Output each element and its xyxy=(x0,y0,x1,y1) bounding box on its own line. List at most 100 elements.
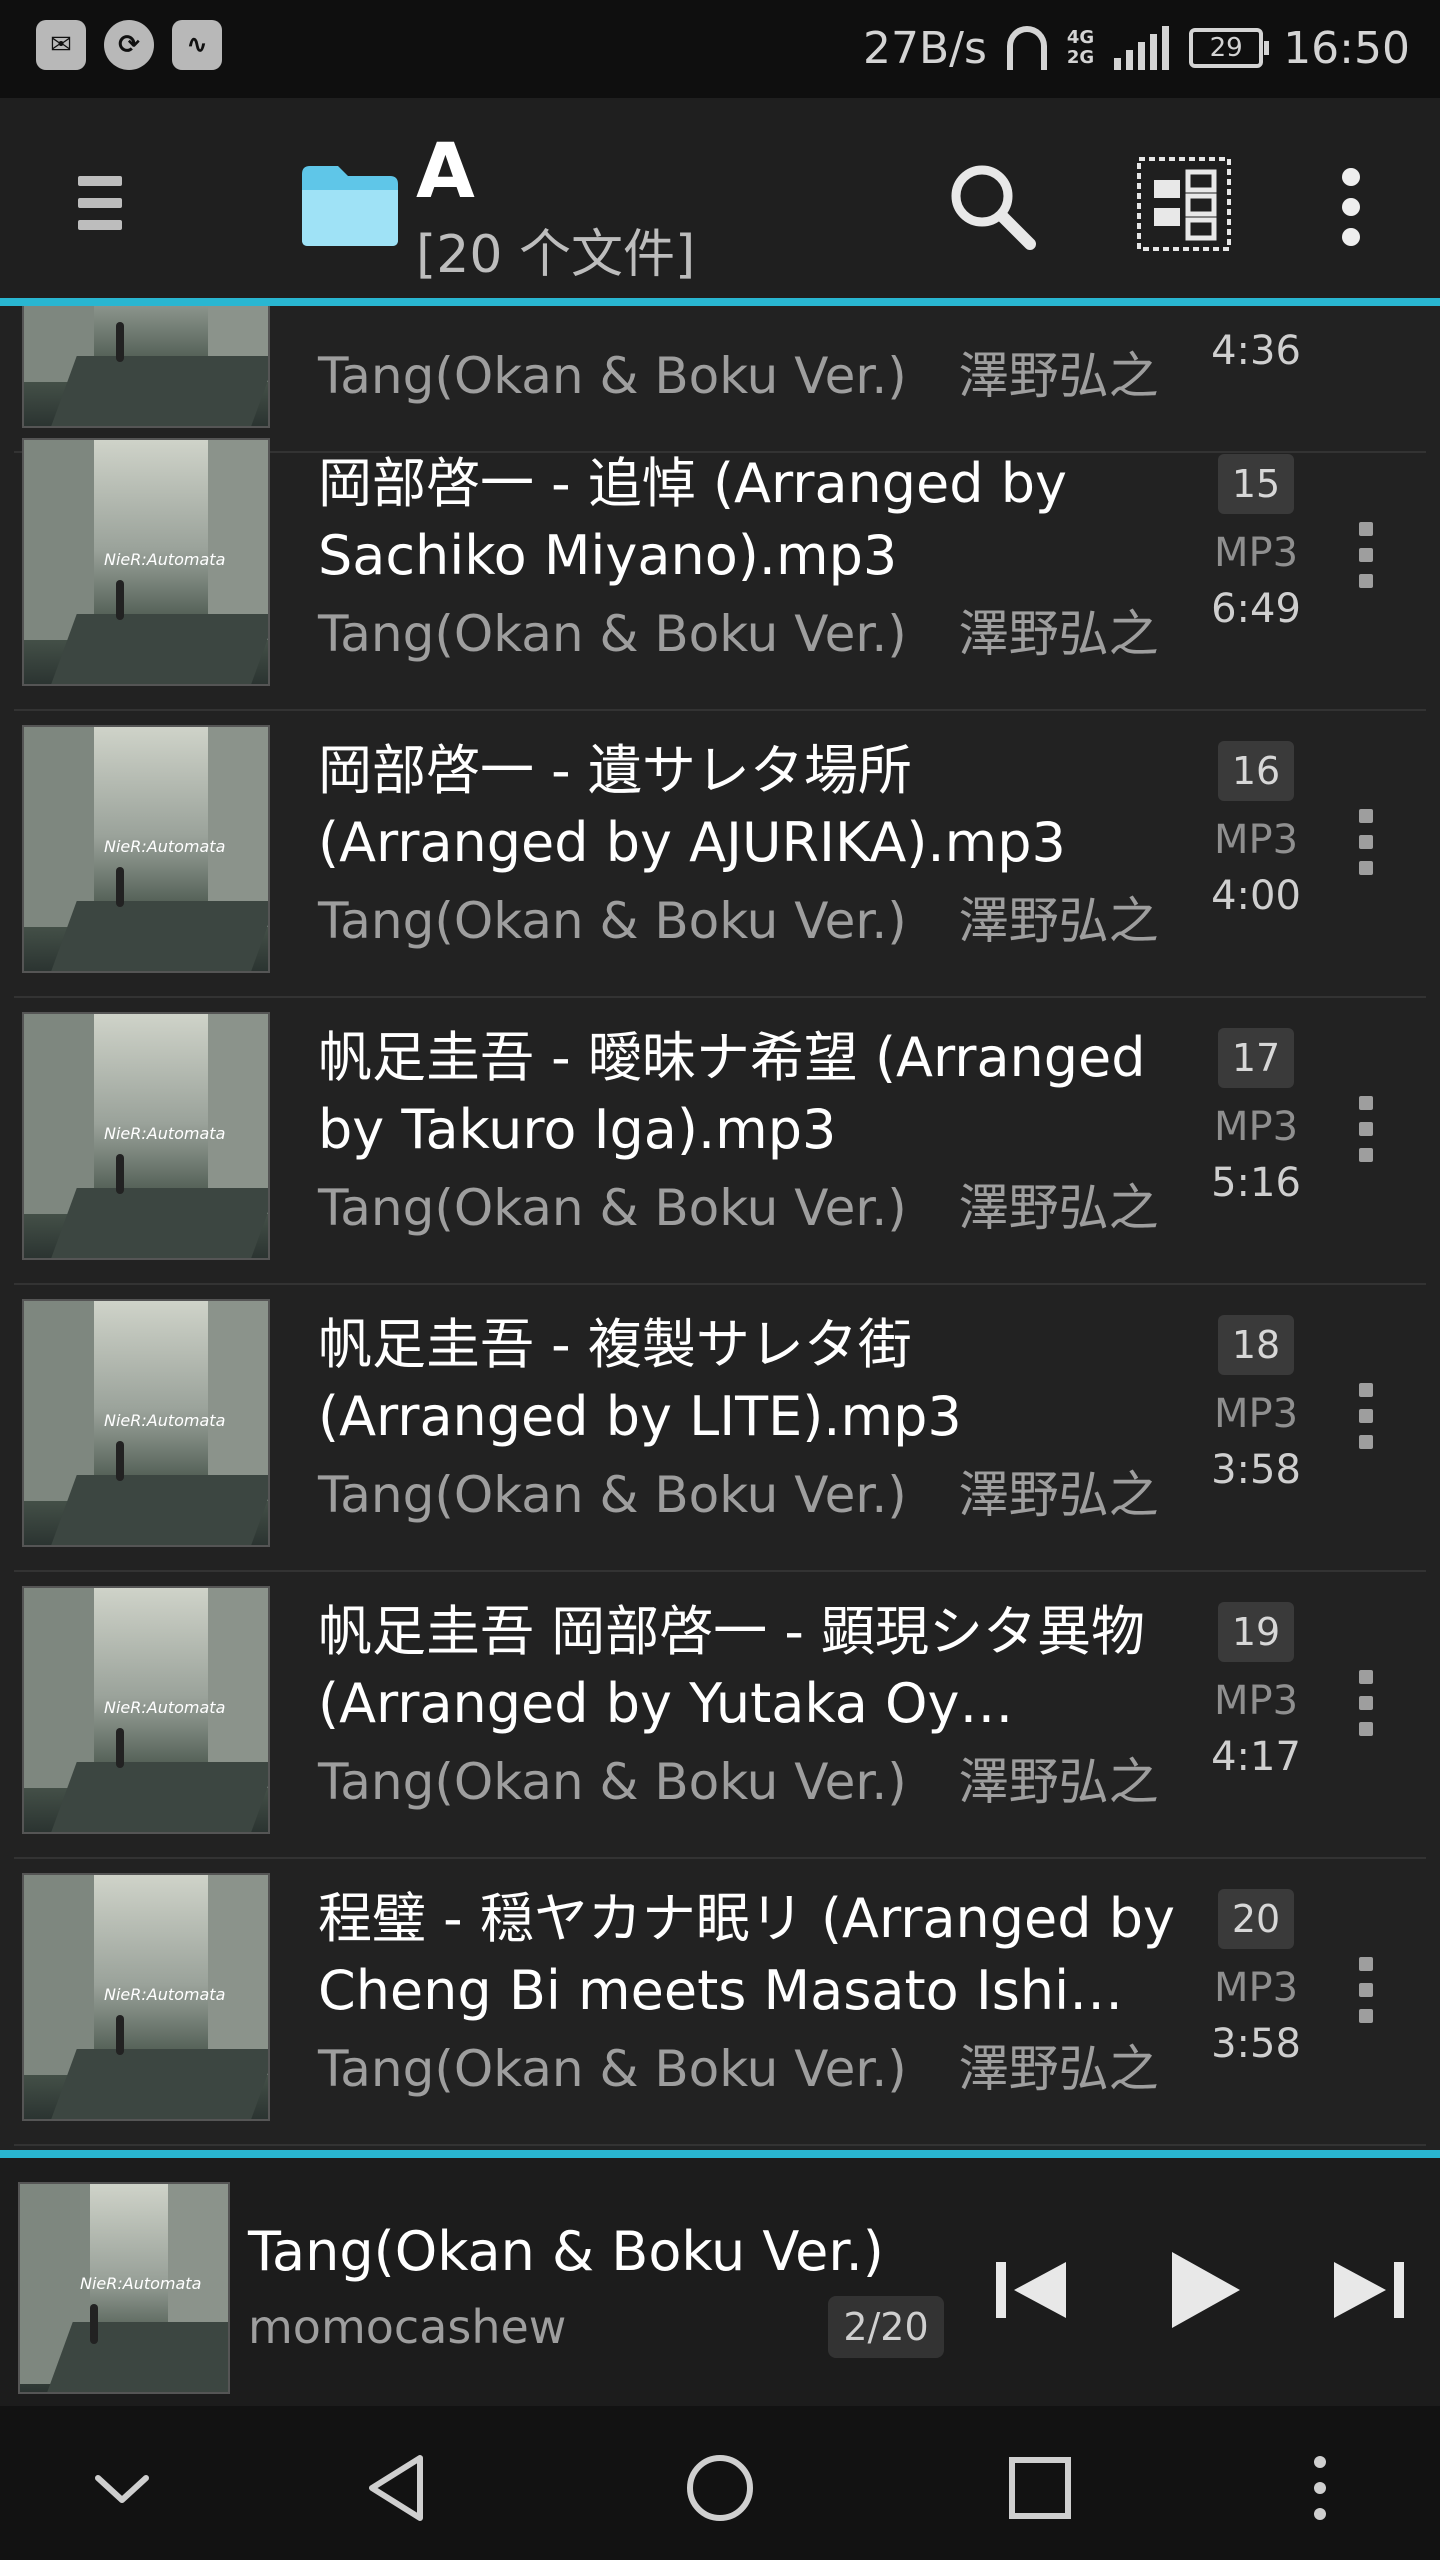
list-item[interactable]: NieR:Automata 帆足圭吾 - 曖昧ナ希望 (Arranged by … xyxy=(14,998,1426,1285)
file-count: [20 个文件] xyxy=(416,225,696,285)
album-name: Tang(Okan & Boku Ver.) xyxy=(318,605,907,663)
duration: 3:58 xyxy=(1211,1447,1301,1493)
activity-icon: ∿ xyxy=(172,20,222,70)
item-more-icon[interactable] xyxy=(1356,522,1376,602)
song-title: 帆足圭吾 - 曖昧ナ希望 (Arranged by Takuro Iga).mp… xyxy=(318,1026,1146,1161)
list-item[interactable]: NieR:Automata 帆足圭吾 岡部啓一 - 顕現シタ異物 (Arrang… xyxy=(14,1572,1426,1859)
album-art: NieR:Automata xyxy=(22,1299,270,1547)
song-meta: Tang(Okan & Boku Ver.) 澤野弘之 xyxy=(318,1742,1159,1814)
item-more-icon[interactable] xyxy=(1356,1957,1376,2037)
track-number-badge: 18 xyxy=(1218,1315,1294,1375)
sync-icon: ⟳ xyxy=(104,20,154,70)
item-more-icon[interactable] xyxy=(1356,1670,1376,1750)
song-meta: Tang(Okan & Boku Ver.) 澤野弘之 xyxy=(318,2029,1159,2101)
song-title: 帆足圭吾 岡部啓一 - 顕現シタ異物 (Arranged by Yutaka O… xyxy=(318,1600,1145,1735)
album-art xyxy=(22,306,270,428)
album-name: Tang(Okan & Boku Ver.) xyxy=(318,892,907,950)
chevron-down-icon[interactable] xyxy=(82,2448,162,2528)
artist-name: 澤野弘之 xyxy=(958,1466,1159,1524)
song-list: Tang(Okan & Boku Ver.) 澤野弘之 4:36 NieR:Au… xyxy=(0,306,1440,2150)
item-more-icon[interactable] xyxy=(1356,1383,1376,1463)
album-name: Tang(Okan & Boku Ver.) xyxy=(318,1179,907,1237)
duration: 5:16 xyxy=(1211,1160,1301,1206)
now-playing-artist: momocashew xyxy=(248,2300,567,2354)
file-format: MP3 xyxy=(1213,1965,1299,2011)
now-playing-bar[interactable]: NieR:Automata Tang(Okan & Boku Ver.) mom… xyxy=(0,2150,1440,2406)
track-number-badge: 16 xyxy=(1218,741,1294,801)
search-icon[interactable] xyxy=(946,160,1036,250)
clock: 16:50 xyxy=(1283,22,1410,74)
system-navigation-bar xyxy=(0,2406,1440,2560)
home-icon[interactable] xyxy=(680,2448,760,2528)
file-format: MP3 xyxy=(1213,1678,1299,1724)
headset-icon xyxy=(1006,26,1047,70)
now-playing-title: Tang(Okan & Boku Ver.) xyxy=(248,2220,884,2283)
file-format: MP3 xyxy=(1213,817,1299,863)
list-item[interactable]: NieR:Automata 岡部啓一 - 遺サレタ場所 (Arranged by… xyxy=(14,711,1426,998)
item-more-icon[interactable] xyxy=(1356,1096,1376,1176)
song-title: 程璧 - 穏ヤカナ眠リ (Arranged by Cheng Bi meets … xyxy=(318,1887,1175,2022)
artist-name: 澤野弘之 xyxy=(958,605,1159,663)
artist-name: 澤野弘之 xyxy=(958,1753,1159,1811)
list-item[interactable]: NieR:Automata 帆足圭吾 - 複製サレタ街 (Arranged by… xyxy=(14,1285,1426,1572)
album-art: NieR:Automata xyxy=(22,1012,270,1260)
queue-position-badge: 2/20 xyxy=(828,2296,944,2358)
album-art: NieR:Automata xyxy=(22,725,270,973)
album-art: NieR:Automata xyxy=(22,438,270,686)
track-number-badge: 15 xyxy=(1218,454,1294,514)
album-name: Tang(Okan & Boku Ver.) xyxy=(318,347,907,405)
app-notification-icon: ✉ xyxy=(36,20,86,70)
play-icon[interactable] xyxy=(1150,2240,1250,2340)
previous-track-icon[interactable] xyxy=(982,2240,1082,2340)
notification-icons: ✉ ⟳ ∿ xyxy=(36,20,222,70)
recents-icon[interactable] xyxy=(1000,2448,1080,2528)
menu-icon[interactable] xyxy=(78,176,122,232)
track-number-badge: 19 xyxy=(1218,1602,1294,1662)
file-format: MP3 xyxy=(1213,1391,1299,1437)
song-title: 岡部啓一 - 遺サレタ場所 (Arranged by AJURIKA).mp3 xyxy=(318,739,1066,874)
folder-title: A xyxy=(416,126,475,215)
artist-name: 澤野弘之 xyxy=(958,1179,1159,1237)
album-art-image: NieR:Automata xyxy=(20,2184,228,2392)
artist-name: 澤野弘之 xyxy=(958,2040,1159,2098)
folder-icon xyxy=(302,166,398,246)
album-name: Tang(Okan & Boku Ver.) xyxy=(318,2040,907,2098)
overflow-menu-icon[interactable] xyxy=(1336,168,1366,248)
song-title: 帆足圭吾 - 複製サレタ街 (Arranged by LITE).mp3 xyxy=(318,1313,962,1448)
song-meta: Tang(Okan & Boku Ver.) 澤野弘之 xyxy=(318,1455,1159,1527)
duration: 4:17 xyxy=(1211,1734,1301,1780)
duration: 4:00 xyxy=(1211,873,1301,919)
view-mode-icon[interactable] xyxy=(1136,156,1232,252)
song-meta: Tang(Okan & Boku Ver.) 澤野弘之 xyxy=(318,594,1159,666)
album-art: NieR:Automata xyxy=(22,1873,270,2121)
list-item[interactable]: NieR:Automata 岡部啓一 - 追悼 (Arranged by Sac… xyxy=(14,424,1426,711)
next-track-icon[interactable] xyxy=(1318,2240,1418,2340)
file-format: MP3 xyxy=(1213,530,1299,576)
duration: 3:58 xyxy=(1211,2021,1301,2067)
album-name: Tang(Okan & Boku Ver.) xyxy=(318,1753,907,1811)
duration: 4:36 xyxy=(1211,328,1301,374)
more-options-icon[interactable] xyxy=(1280,2448,1360,2528)
artist-name: 澤野弘之 xyxy=(958,892,1159,950)
status-bar: ✉ ⟳ ∿ 27B/s 4G 2G 29 16:50 xyxy=(0,0,1440,98)
artist-name: 澤野弘之 xyxy=(958,347,1159,405)
song-meta: Tang(Okan & Boku Ver.) 澤野弘之 xyxy=(318,336,1159,408)
item-more-icon[interactable] xyxy=(1356,809,1376,889)
song-meta: Tang(Okan & Boku Ver.) 澤野弘之 xyxy=(318,881,1159,953)
back-icon[interactable] xyxy=(358,2448,438,2528)
list-item[interactable]: NieR:Automata 程璧 - 穏ヤカナ眠リ (Arranged by C… xyxy=(14,1859,1426,2146)
duration: 6:49 xyxy=(1211,586,1301,632)
toolbar: A [20 个文件] xyxy=(0,98,1440,306)
status-indicators: 27B/s 4G 2G 29 16:50 xyxy=(863,20,1410,76)
track-number-badge: 20 xyxy=(1218,1889,1294,1949)
song-title: 岡部啓一 - 追悼 (Arranged by Sachiko Miyano).m… xyxy=(318,452,1067,587)
track-number-badge: 17 xyxy=(1218,1028,1294,1088)
signal-icon xyxy=(1114,26,1170,70)
album-name: Tang(Okan & Boku Ver.) xyxy=(318,1466,907,1524)
now-playing-album-art[interactable]: NieR:Automata xyxy=(18,2182,230,2394)
network-type: 4G 2G xyxy=(1066,27,1095,68)
song-meta: Tang(Okan & Boku Ver.) 澤野弘之 xyxy=(318,1168,1159,1240)
battery-icon: 29 xyxy=(1189,28,1270,68)
net-speed: 27B/s xyxy=(862,22,987,74)
album-art: NieR:Automata xyxy=(22,1586,270,1834)
